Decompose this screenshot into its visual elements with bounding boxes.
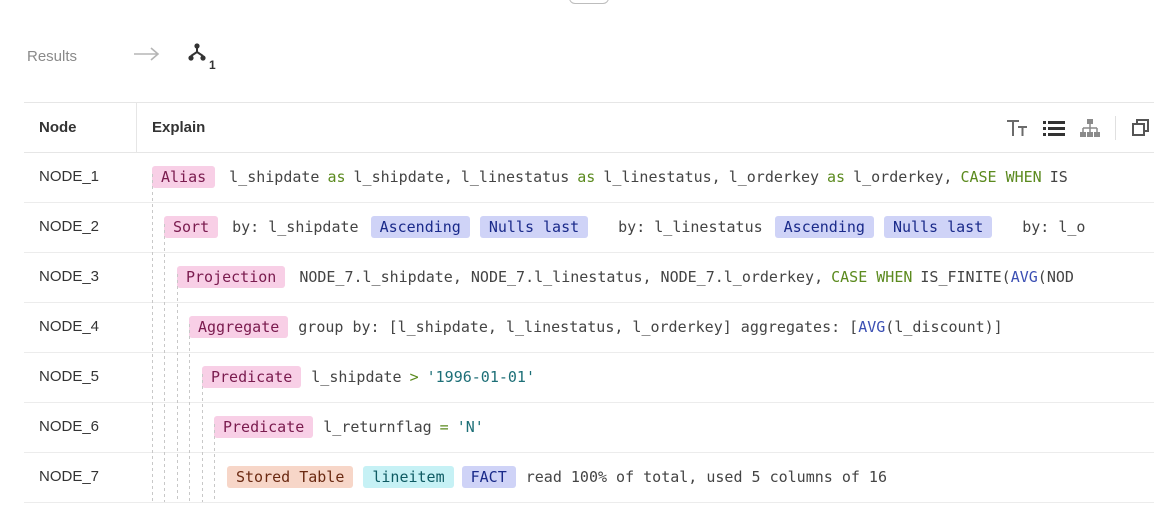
- explain-operator: >: [409, 368, 419, 386]
- explain-cell: Stored Table lineitem FACT read 100% of …: [227, 466, 887, 488]
- explain-cell: Aggregate group by: [l_shipdate, l_lines…: [189, 316, 1003, 338]
- operator-tag: Aggregate: [189, 316, 289, 338]
- explain-cell: Predicate l_returnflag = 'N': [214, 416, 484, 438]
- node-id: NODE_1: [39, 168, 100, 185]
- table-row[interactable]: NODE_2 Sort by: l_shipdate Ascending Nul…: [24, 203, 1154, 253]
- operator-tag: Alias: [152, 166, 216, 188]
- explain-cell: Alias l_shipdate as l_shipdate, l_linest…: [152, 166, 1076, 188]
- explain-text: l_returnflag: [323, 418, 432, 436]
- explain-keyword: CASE WHEN: [831, 268, 913, 286]
- explain-cell: Predicate l_shipdate > '1996-01-01': [202, 366, 535, 388]
- column-header-explain: Explain: [152, 119, 206, 136]
- explain-text: by: l_shipdate: [232, 218, 359, 236]
- explain-text: group by: [l_shipdate, l_linestatus, l_o…: [298, 318, 859, 336]
- node-id: NODE_2: [39, 218, 100, 235]
- explain-text: IS_FINITE(: [920, 268, 1011, 286]
- explain-text: l_orderkey,: [853, 168, 953, 186]
- toolbar-divider: [1115, 116, 1116, 140]
- explain-string: '1996-01-01': [426, 368, 535, 386]
- node-id: NODE_5: [39, 368, 100, 385]
- explain-keyword: CASE WHEN: [960, 168, 1042, 186]
- text-size-icon[interactable]: [1005, 115, 1031, 141]
- operator-tag: Sort: [164, 216, 219, 238]
- explain-operator: =: [439, 418, 449, 436]
- column-header-node: Node: [39, 119, 77, 136]
- explain-text: by: l_o: [1022, 218, 1086, 236]
- table-kind-tag: FACT: [461, 466, 516, 488]
- operator-tag: Predicate: [202, 366, 302, 388]
- explain-cell: Projection NODE_7.l_shipdate, NODE_7.l_l…: [177, 266, 1074, 288]
- table-row[interactable]: NODE_3 Projection NODE_7.l_shipdate, NOD…: [24, 253, 1154, 303]
- explain-text: l_shipdate,: [353, 168, 453, 186]
- explain-table: Node Explain NODE_1 Alias l_shipdate as: [24, 102, 1154, 503]
- copy-icon[interactable]: [1128, 115, 1154, 141]
- node-id: NODE_6: [39, 418, 100, 435]
- explain-text: NODE_7.l_shipdate, NODE_7.l_linestatus, …: [299, 268, 824, 286]
- node-id: NODE_3: [39, 268, 100, 285]
- explain-toolbar: [995, 115, 1154, 141]
- plan-node-icon: [187, 42, 207, 67]
- explain-text: (NOD: [1037, 268, 1074, 286]
- table-row[interactable]: NODE_6 Predicate l_returnflag = 'N': [24, 403, 1154, 453]
- breadcrumb-node-count: 1: [209, 58, 216, 72]
- explain-keyword: as: [827, 168, 846, 186]
- explain-text: by: l_linestatus: [618, 218, 763, 236]
- table-row[interactable]: NODE_1 Alias l_shipdate as l_shipdate, l…: [24, 153, 1154, 203]
- breadcrumb-node[interactable]: 1: [187, 42, 216, 72]
- table-row[interactable]: NODE_4 Aggregate group by: [l_shipdate, …: [24, 303, 1154, 353]
- tree-view-icon[interactable]: [1077, 115, 1103, 141]
- table-header: Node Explain: [24, 102, 1154, 153]
- explain-text: (l_discount)]: [885, 318, 1003, 336]
- nulls-order-tag: Nulls last: [479, 216, 589, 238]
- breadcrumb: Results 1: [27, 42, 216, 72]
- explain-text: l_shipdate: [229, 168, 320, 186]
- sort-direction-tag: Ascending: [370, 216, 470, 238]
- table-row[interactable]: NODE_7 Stored Table lineitem FACT read 1…: [24, 453, 1154, 503]
- explain-text: l_linestatus,: [603, 168, 721, 186]
- breadcrumb-results-link[interactable]: Results: [27, 48, 77, 65]
- operator-tag: Predicate: [214, 416, 314, 438]
- explain-text: l_orderkey: [728, 168, 820, 186]
- panel-drag-handle[interactable]: [569, 0, 609, 4]
- explain-keyword: as: [577, 168, 596, 186]
- table-row[interactable]: NODE_5 Predicate l_shipdate > '1996-01-0…: [24, 353, 1154, 403]
- list-view-icon[interactable]: [1041, 115, 1067, 141]
- node-id: NODE_4: [39, 318, 100, 335]
- explain-keyword: as: [327, 168, 346, 186]
- nulls-order-tag: Nulls last: [883, 216, 993, 238]
- arrow-right-icon: [133, 45, 161, 68]
- explain-function: AVG: [858, 318, 886, 336]
- operator-tag: Stored Table: [227, 466, 354, 488]
- sort-direction-tag: Ascending: [774, 216, 874, 238]
- explain-text: l_linestatus: [460, 168, 570, 186]
- explain-text: read 100% of total, used 5 columns of 16: [525, 468, 887, 486]
- operator-tag: Projection: [177, 266, 286, 288]
- column-divider[interactable]: [136, 103, 137, 152]
- explain-text: l_shipdate: [311, 368, 402, 386]
- explain-function: AVG: [1010, 268, 1038, 286]
- table-name-tag: lineitem: [363, 466, 454, 488]
- explain-string: 'N': [456, 418, 484, 436]
- node-id: NODE_7: [39, 468, 100, 485]
- explain-cell: Sort by: l_shipdate Ascending Nulls last…: [164, 216, 1093, 238]
- explain-text: IS: [1049, 168, 1068, 186]
